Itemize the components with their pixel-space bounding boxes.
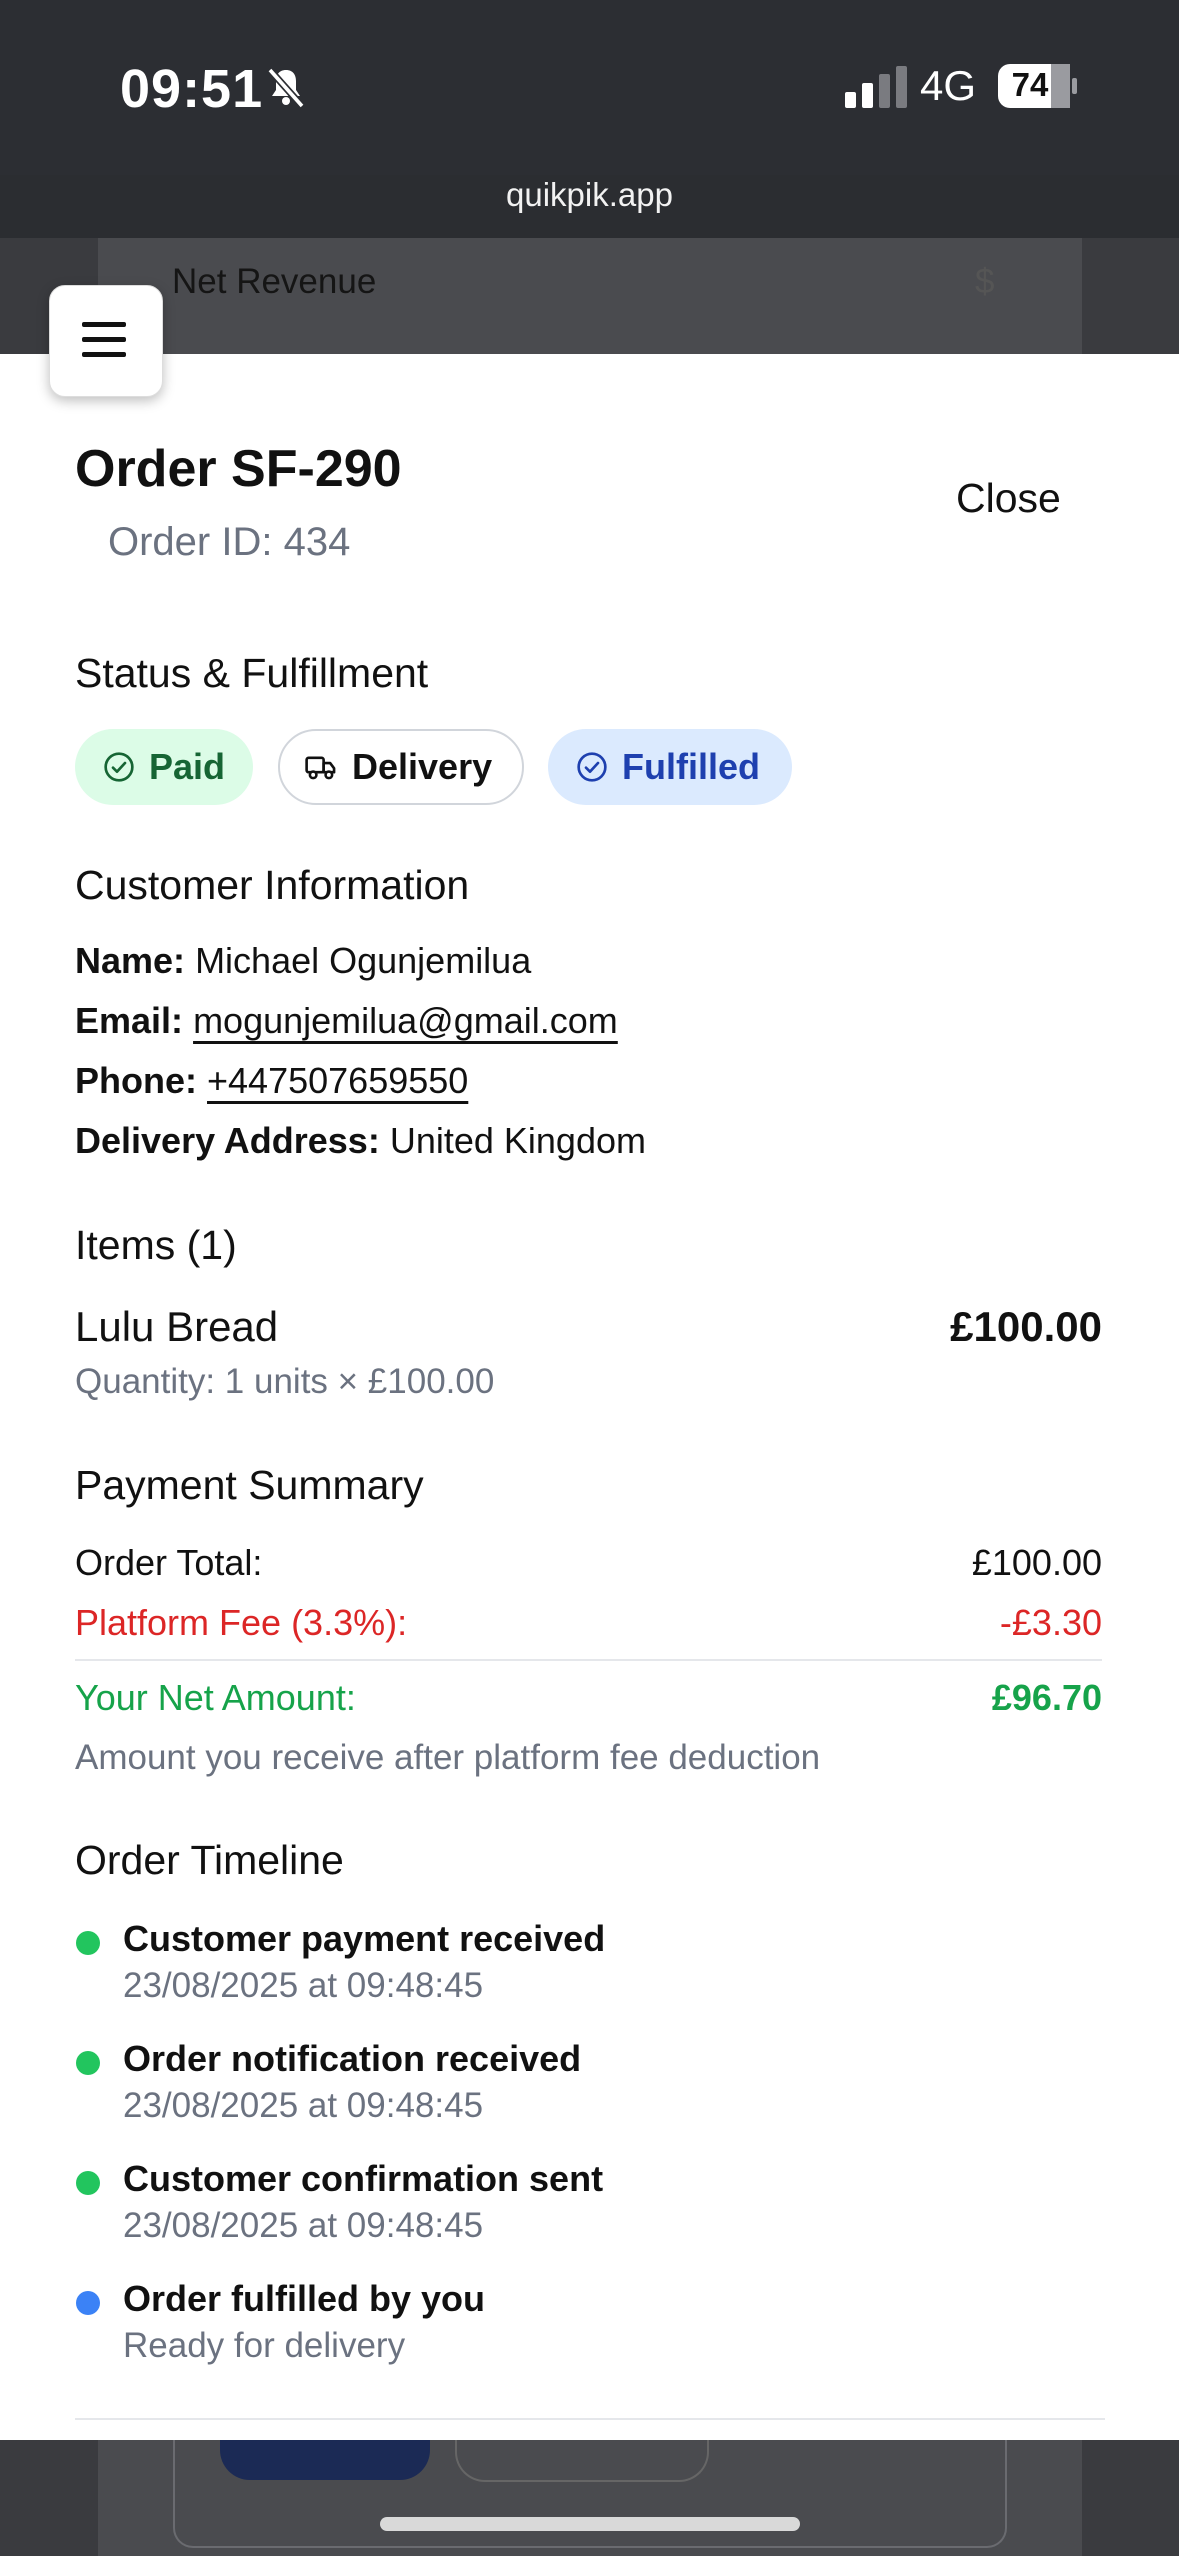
check-circle-icon	[577, 752, 607, 782]
order-title: Order SF-290	[75, 440, 402, 498]
customer-heading: Customer Information	[75, 862, 470, 908]
home-indicator[interactable]	[380, 2517, 800, 2531]
status-bar: 09:51 4G 74	[0, 0, 1179, 175]
timeline-event-subtitle: 23/08/2025 at 09:48:45	[123, 1966, 484, 2005]
order-total-row: Order Total: £100.00	[75, 1542, 1102, 1584]
item-quantity: Quantity: 1 units × £100.00	[75, 1362, 495, 1401]
signal-icon	[845, 66, 907, 108]
browser-url[interactable]: quikpik.app	[0, 176, 1179, 214]
timeline-event-title: Order notification received	[123, 2038, 582, 2079]
timeline-event-subtitle: 23/08/2025 at 09:48:45	[123, 2206, 484, 2245]
paid-badge: Paid	[75, 729, 253, 805]
truck-icon	[305, 756, 336, 780]
customer-name-row: Name: Michael Ogunjemilua	[75, 940, 531, 982]
delivery-badge: Delivery	[278, 729, 524, 805]
timeline-event-subtitle: 23/08/2025 at 09:48:45	[123, 2086, 484, 2125]
customer-email-row: Email: mogunjemilua@gmail.com	[75, 1000, 618, 1042]
timeline-dot	[76, 1931, 100, 1955]
items-heading: Items (1)	[75, 1222, 237, 1268]
platform-fee-label: Platform Fee (3.3%):	[75, 1602, 408, 1643]
divider	[75, 2418, 1105, 2420]
item-name: Lulu Bread	[75, 1303, 279, 1350]
customer-phone-row: Phone: +447507659550	[75, 1060, 468, 1102]
timeline-event-title: Customer confirmation sent	[123, 2158, 604, 2199]
bell-muted-icon	[267, 67, 305, 109]
net-amount-note: Amount you receive after platform fee de…	[75, 1738, 821, 1777]
payment-heading: Payment Summary	[75, 1462, 424, 1508]
menu-button[interactable]	[49, 285, 163, 397]
timeline-dot	[76, 2291, 100, 2315]
phone-label: Phone:	[75, 1060, 197, 1101]
paid-badge-label: Paid	[149, 746, 226, 787]
check-circle-icon	[104, 752, 134, 782]
customer-address: United Kingdom	[389, 1120, 646, 1161]
background-pill	[220, 2440, 430, 2480]
timeline-dot	[76, 2171, 100, 2195]
name-label: Name:	[75, 940, 186, 981]
order-id: Order ID: 434	[108, 520, 351, 564]
background-pill	[455, 2440, 709, 2482]
timeline-event-title: Customer payment received	[123, 1918, 606, 1959]
timeline-event-subtitle: Ready for delivery	[123, 2326, 406, 2365]
customer-name: Michael Ogunjemilua	[195, 940, 532, 981]
delivery-badge-label: Delivery	[352, 746, 493, 787]
battery-level: 74	[1011, 66, 1049, 103]
timeline-dot	[76, 2051, 100, 2075]
net-amount-value: £96.70	[991, 1677, 1102, 1718]
background-card-symbol: $	[975, 262, 995, 301]
email-label: Email:	[75, 1000, 184, 1041]
fulfilled-badge: Fulfilled	[548, 729, 792, 805]
close-button[interactable]: Close	[956, 475, 1061, 522]
timeline-event-title: Order fulfilled by you	[123, 2278, 486, 2319]
divider	[75, 1659, 1102, 1661]
clock: 09:51	[120, 59, 264, 119]
customer-address-row: Delivery Address: United Kingdom	[75, 1120, 646, 1162]
status-heading: Status & Fulfillment	[75, 650, 429, 696]
net-amount-label: Your Net Amount:	[75, 1677, 356, 1718]
background-card-label: Net Revenue	[172, 262, 377, 301]
platform-fee-value: -£3.30	[999, 1602, 1102, 1643]
address-label: Delivery Address:	[75, 1120, 380, 1161]
fulfilled-badge-label: Fulfilled	[622, 746, 760, 787]
network-type: 4G	[920, 62, 977, 109]
item-price: £100.00	[950, 1303, 1102, 1350]
platform-fee-row: Platform Fee (3.3%): -£3.30	[75, 1602, 1102, 1644]
order-total-value: £100.00	[971, 1542, 1102, 1583]
customer-email-link[interactable]: mogunjemilua@gmail.com	[193, 1000, 618, 1041]
hamburger-icon	[82, 322, 126, 357]
customer-phone-link[interactable]: +447507659550	[207, 1060, 468, 1101]
order-total-label: Order Total:	[75, 1542, 263, 1583]
net-amount-row: Your Net Amount: £96.70	[75, 1677, 1102, 1719]
timeline-heading: Order Timeline	[75, 1837, 344, 1883]
